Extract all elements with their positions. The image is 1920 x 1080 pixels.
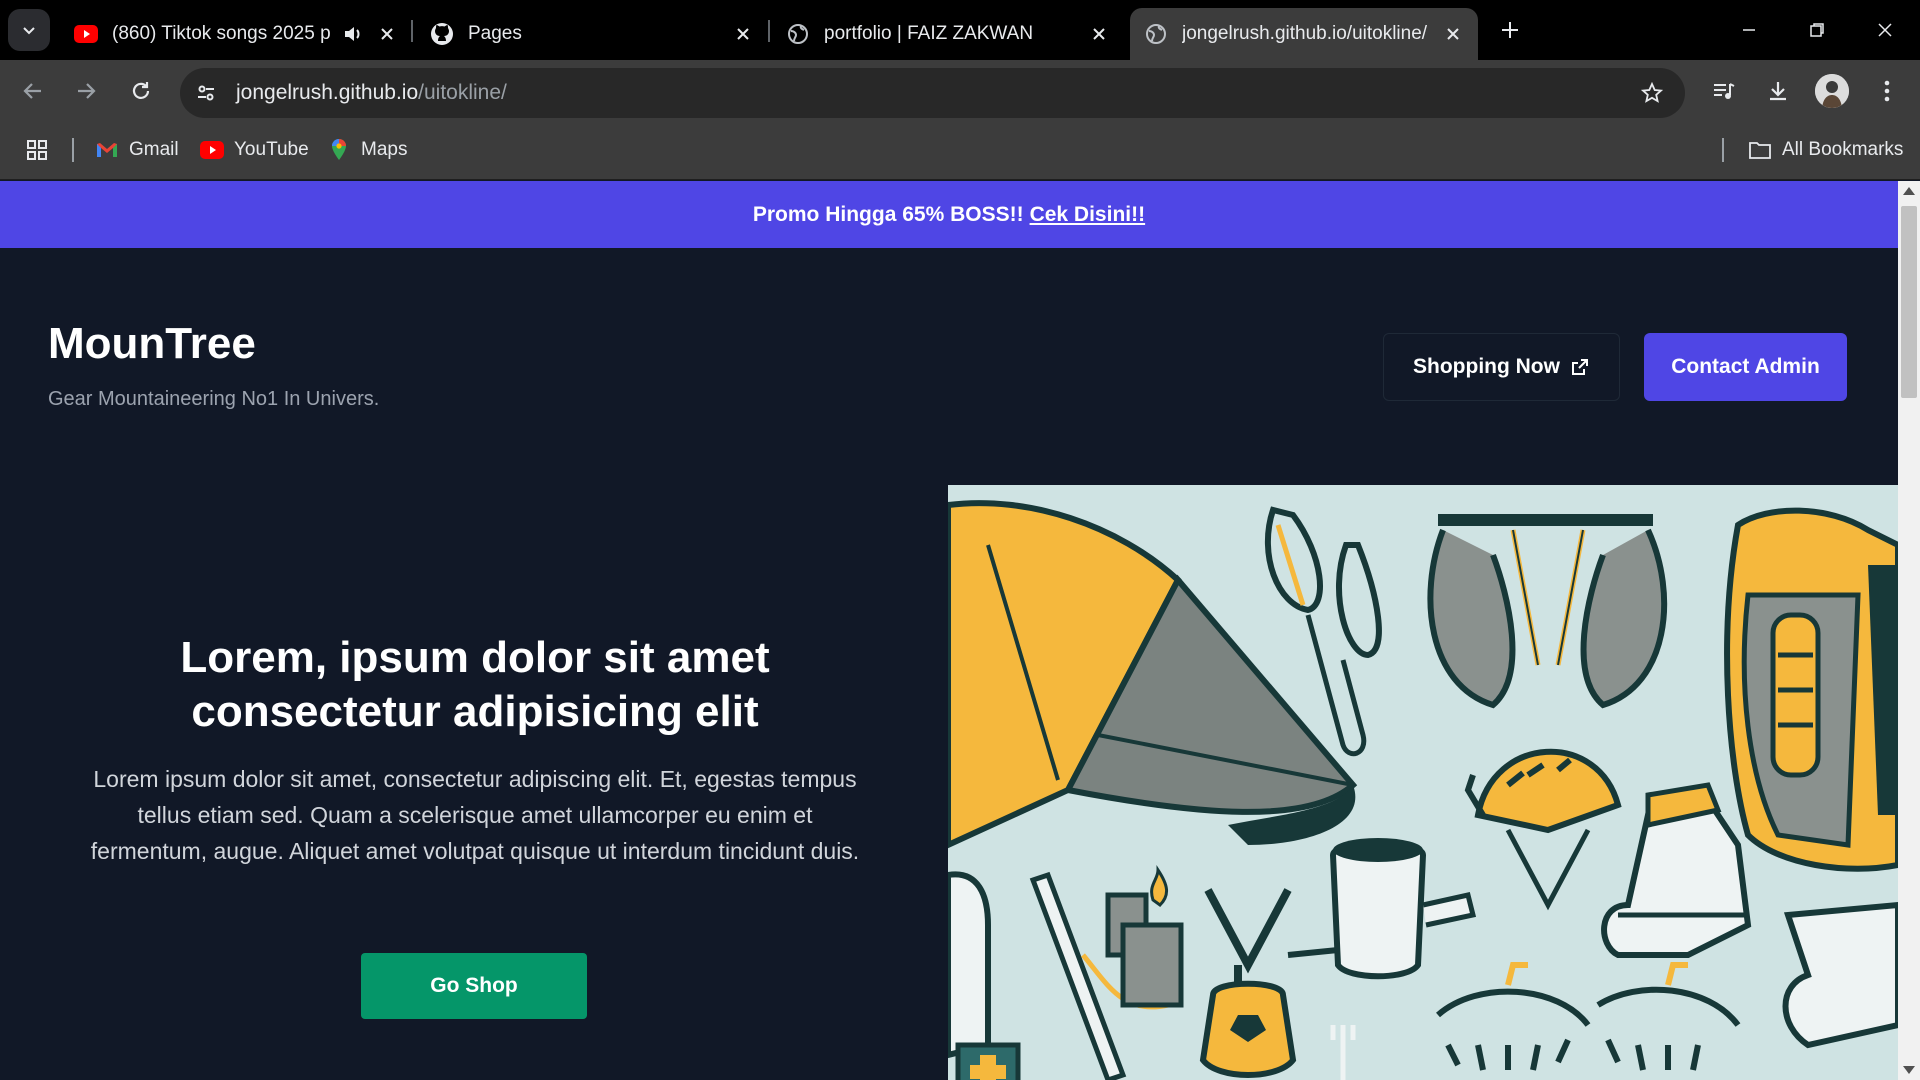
page-scrollbar[interactable] — [1898, 181, 1920, 1080]
tab-active[interactable]: jongelrush.github.io/uitokline/ — [1130, 8, 1478, 60]
close-tab-icon[interactable] — [732, 23, 754, 45]
tab-search-button[interactable] — [8, 9, 50, 51]
tab-divider — [411, 20, 413, 42]
tab-youtube[interactable]: (860) Tiktok songs 2025 pla — [60, 8, 412, 60]
tab-pages[interactable]: Pages — [416, 8, 768, 60]
site-logo[interactable]: MounTree — [48, 319, 256, 369]
all-bookmarks-label: All Bookmarks — [1782, 139, 1904, 160]
shopping-now-button[interactable]: Shopping Now — [1383, 333, 1620, 401]
hero-section: Lorem, ipsum dolor sit amet consectetur … — [90, 631, 860, 869]
promo-text: Promo Hingga 65% BOSS!! — [752, 202, 1024, 226]
close-window-button[interactable] — [1862, 10, 1908, 50]
reload-button[interactable] — [122, 72, 160, 110]
mountaineering-gear-illustration — [948, 485, 1898, 1080]
browser-toolbar: jongelrush.github.io/uitokline/ — [0, 60, 1920, 120]
bookmark-gmail[interactable]: Gmail — [95, 134, 179, 166]
apps-grid-icon — [27, 140, 47, 160]
speaker-icon[interactable] — [342, 23, 364, 45]
tab-title: portfolio | FAIZ ZAKWAN — [824, 23, 1034, 44]
globe-icon — [786, 22, 810, 46]
close-tab-icon[interactable] — [1088, 23, 1110, 45]
site-info-icon[interactable] — [186, 73, 226, 113]
arrow-left-icon — [23, 83, 41, 99]
github-icon — [430, 22, 454, 46]
close-tab-icon[interactable] — [376, 23, 398, 45]
all-bookmarks-button[interactable]: All Bookmarks — [1748, 134, 1903, 166]
tab-portfolio[interactable]: portfolio | FAIZ ZAKWAN — [772, 8, 1124, 60]
profile-avatar[interactable] — [1815, 74, 1849, 108]
bookmark-label: YouTube — [234, 139, 309, 160]
apps-button[interactable] — [26, 134, 48, 166]
bookmark-maps[interactable]: Maps — [327, 134, 407, 166]
page-viewport: Promo Hingga 65% BOSS!! Cek Disini!! Mou… — [0, 181, 1898, 1080]
bookmark-divider — [1722, 138, 1724, 162]
hero-title: Lorem, ipsum dolor sit amet consectetur … — [180, 633, 770, 736]
minimize-icon — [1743, 29, 1755, 31]
tab-strip: (860) Tiktok songs 2025 pla Pages portfo… — [0, 0, 1920, 60]
tab-divider — [768, 20, 770, 42]
downloads-button[interactable] — [1759, 72, 1797, 110]
minimize-button[interactable] — [1726, 10, 1772, 50]
external-link-icon — [1570, 357, 1590, 377]
hero-image — [948, 485, 1898, 1080]
tab-title: jongelrush.github.io/uitokline/ — [1182, 23, 1428, 44]
promo-link[interactable]: Cek Disini!! — [1030, 203, 1146, 227]
first-aid-illustration — [955, 1042, 1021, 1080]
bookmark-label: Maps — [361, 139, 408, 160]
back-button[interactable] — [14, 72, 52, 110]
close-tab-icon[interactable] — [1442, 23, 1464, 45]
more-vert-icon — [1884, 80, 1890, 102]
reload-icon — [132, 82, 150, 99]
shopping-now-label: Shopping Now — [1413, 355, 1560, 378]
address-bar[interactable]: jongelrush.github.io/uitokline/ — [180, 68, 1685, 118]
restore-icon — [1810, 23, 1824, 37]
new-tab-button[interactable] — [1494, 14, 1526, 46]
youtube-icon — [200, 138, 224, 162]
globe-icon — [1144, 22, 1168, 46]
bookmark-youtube[interactable]: YouTube — [200, 134, 309, 166]
scroll-down-arrow-icon[interactable] — [1903, 1066, 1915, 1074]
bookmark-star-icon[interactable] — [1633, 74, 1671, 112]
youtube-icon — [74, 22, 98, 46]
restore-button[interactable] — [1794, 10, 1840, 50]
close-icon — [1878, 23, 1892, 37]
promo-banner: Promo Hingga 65% BOSS!! Cek Disini!! — [0, 181, 1898, 248]
playlist-icon — [1714, 83, 1735, 99]
maps-icon — [327, 138, 351, 162]
bookmarks-bar: Gmail YouTube Maps All Bookmarks — [0, 120, 1920, 180]
site-tagline: Gear Mountaineering No1 In Univers. — [48, 388, 380, 410]
bookmark-label: Gmail — [129, 139, 179, 160]
plus-icon — [1502, 22, 1518, 38]
scroll-thumb[interactable] — [1901, 206, 1917, 398]
hero-description: Lorem ipsum dolor sit amet, consectetur … — [90, 766, 860, 864]
tab-title: Pages — [468, 23, 522, 44]
tab-title: (860) Tiktok songs 2025 pla — [112, 23, 330, 44]
menu-button[interactable] — [1868, 72, 1906, 110]
arrow-right-icon — [78, 83, 96, 99]
download-icon — [1770, 82, 1786, 101]
scroll-up-arrow-icon[interactable] — [1903, 187, 1915, 195]
forward-button[interactable] — [67, 72, 105, 110]
backpack-illustration — [1724, 507, 1898, 872]
chevron-down-icon — [23, 27, 35, 35]
folder-icon — [1748, 138, 1772, 162]
gmail-icon — [95, 138, 119, 162]
bookmark-divider — [72, 138, 74, 162]
url-text: jongelrush.github.io/uitokline/ — [236, 81, 507, 104]
contact-admin-button[interactable]: Contact Admin — [1644, 333, 1847, 401]
media-control-button[interactable] — [1705, 72, 1743, 110]
go-shop-button[interactable]: Go Shop — [361, 953, 587, 1019]
